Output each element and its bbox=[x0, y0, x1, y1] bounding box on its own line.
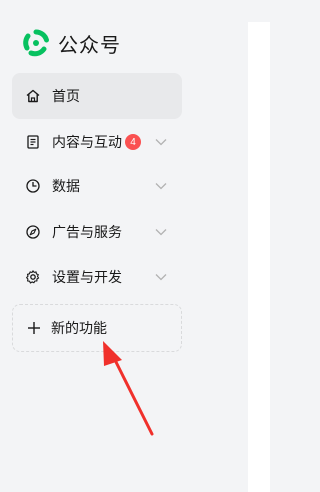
new-feature-button[interactable]: 新的功能 bbox=[12, 304, 182, 352]
gear-icon bbox=[24, 268, 42, 286]
sidebar: 公众号 首页 内容与互动 4 数据 广告与服务 设置与开发 新的功能 bbox=[0, 0, 248, 492]
sidebar-item-label: 广告与服务 bbox=[52, 225, 122, 241]
compass-icon bbox=[24, 223, 42, 241]
home-icon bbox=[24, 87, 42, 105]
document-icon bbox=[24, 133, 42, 151]
notification-badge: 4 bbox=[125, 134, 141, 150]
app-window: 公众号 首页 内容与互动 4 数据 广告与服务 设置与开发 新的功能 bbox=[0, 0, 270, 492]
plus-icon bbox=[25, 319, 43, 337]
sidebar-item-ads-services[interactable]: 广告与服务 bbox=[12, 209, 182, 255]
chevron-down-icon[interactable] bbox=[154, 271, 168, 283]
chevron-down-icon[interactable] bbox=[154, 226, 168, 238]
main-content-panel bbox=[248, 22, 270, 492]
sidebar-item-label: 设置与开发 bbox=[52, 270, 122, 286]
wechat-official-account-logo-icon bbox=[22, 29, 50, 57]
chevron-down-icon[interactable] bbox=[154, 180, 168, 192]
sidebar-item-home[interactable]: 首页 bbox=[12, 73, 182, 119]
chevron-down-icon[interactable] bbox=[154, 136, 168, 148]
new-feature-label: 新的功能 bbox=[51, 321, 107, 337]
sidebar-item-settings-dev[interactable]: 设置与开发 bbox=[12, 254, 182, 300]
app-title: 公众号 bbox=[58, 32, 121, 57]
sidebar-item-content-interaction[interactable]: 内容与互动 4 bbox=[12, 119, 182, 165]
app-logo[interactable]: 公众号 bbox=[22, 27, 121, 59]
pie-chart-icon bbox=[24, 177, 42, 195]
sidebar-item-data[interactable]: 数据 bbox=[12, 163, 182, 209]
sidebar-item-label: 首页 bbox=[52, 89, 80, 105]
sidebar-item-label: 内容与互动 bbox=[52, 135, 122, 151]
sidebar-item-label: 数据 bbox=[52, 179, 80, 195]
